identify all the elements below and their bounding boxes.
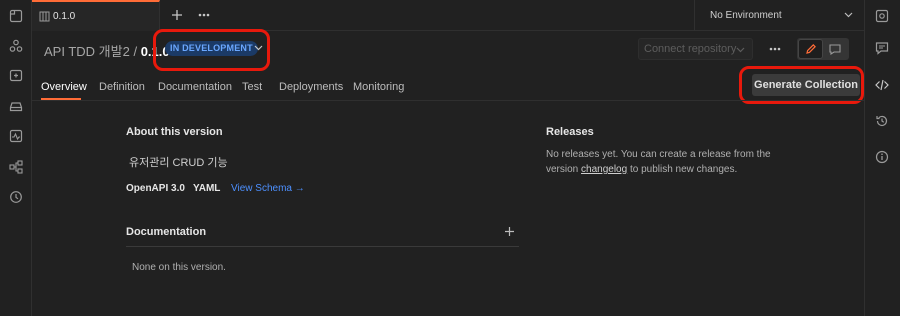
environment-label: No Environment: [710, 10, 782, 21]
tab-label: 0.1.0: [53, 11, 76, 22]
tab-monitoring[interactable]: Monitoring: [353, 81, 404, 93]
collections-icon[interactable]: [8, 8, 24, 24]
flows-icon[interactable]: [8, 159, 24, 175]
documentation-empty-text: None on this version.: [132, 262, 226, 273]
chevron-down-icon: [843, 10, 853, 20]
new-tab-plus-icon[interactable]: [170, 8, 184, 22]
changelog-icon[interactable]: [874, 113, 890, 129]
api-version-icon: [38, 10, 50, 22]
tab-overview[interactable]: Overview: [41, 81, 87, 93]
comment-mode-icon[interactable]: [828, 43, 842, 55]
tab-version[interactable]: 0.1.0: [32, 0, 160, 31]
left-sidebar: [0, 0, 32, 316]
chevron-down-icon: [735, 46, 745, 54]
api-syntax: YAML: [193, 183, 221, 194]
status-chevron-down-icon[interactable]: [253, 43, 263, 53]
add-documentation-plus-icon[interactable]: [503, 225, 515, 237]
tab-deployments[interactable]: Deployments: [279, 81, 343, 93]
monitors-icon[interactable]: [8, 128, 24, 144]
environment-selector[interactable]: No Environment: [694, 0, 864, 31]
about-heading: About this version: [126, 126, 223, 138]
documentation-heading: Documentation: [126, 226, 207, 238]
more-actions-icon[interactable]: [768, 43, 782, 55]
changelog-link[interactable]: changelog: [581, 164, 627, 175]
releases-line2-suffix: to publish new changes.: [627, 164, 738, 175]
pencil-icon: [805, 43, 817, 55]
mock-servers-icon[interactable]: [8, 98, 24, 114]
api-name[interactable]: API TDD 개발2: [44, 44, 130, 59]
tab-definition[interactable]: Definition: [99, 81, 145, 93]
api-format: OpenAPI 3.0: [126, 183, 185, 194]
environments-icon[interactable]: [8, 68, 24, 84]
releases-line2-prefix: version: [546, 164, 582, 175]
edit-mode-button[interactable]: [798, 39, 823, 59]
history-icon[interactable]: [8, 189, 24, 205]
more-tabs-icon[interactable]: [197, 8, 211, 22]
tab-documentation[interactable]: Documentation: [158, 81, 232, 93]
version-description: 유저관리 CRUD 기능: [129, 157, 228, 169]
tab-test[interactable]: Test: [242, 81, 262, 93]
status-badge[interactable]: IN DEVELOPMENT: [165, 41, 258, 56]
releases-text-line1: No releases yet. You can create a releas…: [546, 149, 771, 160]
documentation-divider: [126, 246, 519, 247]
releases-text-line2: version changelog to publish new changes…: [546, 164, 737, 175]
breadcrumb: API TDD 개발2 / 0.1.0: [44, 41, 170, 60]
comments-icon[interactable]: [874, 40, 890, 56]
tab-bar: 0.1.0 No Environment: [32, 0, 864, 31]
apis-icon[interactable]: [8, 38, 24, 54]
view-mode-toggle: [797, 38, 849, 60]
connect-repository-button[interactable]: Connect repository: [638, 38, 753, 60]
releases-heading: Releases: [546, 126, 594, 138]
tabs-divider: [32, 100, 864, 101]
right-sidebar: [864, 0, 900, 316]
view-schema-link[interactable]: View Schema →: [231, 183, 305, 194]
connect-repository-label: Connect repository: [644, 43, 737, 55]
active-tab-indicator: [41, 98, 81, 100]
info-icon[interactable]: [874, 149, 890, 165]
code-icon[interactable]: [874, 77, 890, 93]
breadcrumb-separator: /: [133, 44, 138, 59]
environment-quick-look-icon[interactable]: [874, 8, 890, 24]
generate-collection-button[interactable]: Generate Collection: [752, 74, 860, 96]
